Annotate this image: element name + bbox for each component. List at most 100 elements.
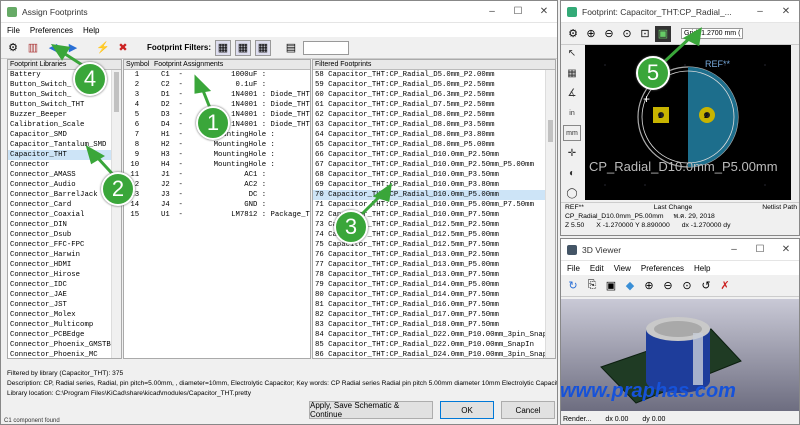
library-item[interactable]: Connector_Dsub (8, 230, 121, 240)
library-item[interactable]: Capacitor_THT (8, 150, 121, 160)
menu-help[interactable]: Help (83, 26, 99, 35)
footprint-item[interactable]: 79 Capacitor_THT:CP_Radial_D14.0mm_P5.00… (313, 280, 555, 290)
library-item[interactable]: Connector_PCBEdge (8, 330, 121, 340)
viewer-menu-edit[interactable]: Edit (590, 264, 604, 273)
footprint-canvas[interactable]: + 1 2 REF** CP_Radial_D10.0mm_P5.00mm (585, 45, 799, 200)
zoom-in-icon[interactable]: ⊕ (583, 26, 599, 42)
fp-close-button[interactable]: ✕ (773, 6, 799, 17)
viewer-menu-file[interactable]: File (567, 264, 580, 273)
filter-keywords-icon[interactable]: ▦ (215, 39, 231, 56)
assignment-row[interactable]: 12 J2 - AC2 : (124, 180, 310, 190)
fp-settings-icon[interactable]: ⚙ (565, 26, 581, 42)
footprint-item[interactable]: 64 Capacitor_THT:CP_Radial_D8.0mm_P3.80m… (313, 130, 555, 140)
close-button[interactable]: ✕ (531, 6, 557, 17)
library-item[interactable]: Button_Switch_ (8, 90, 121, 100)
viewer-zoom-fit-icon[interactable]: ⊙ (679, 278, 695, 294)
footprint-item[interactable]: 76 Capacitor_THT:CP_Radial_D13.0mm_P2.50… (313, 250, 555, 260)
arrow-right-icon[interactable]: ▶ (65, 40, 81, 56)
maximize-button[interactable]: ☐ (505, 6, 531, 17)
library-item[interactable]: Connector_Phoenix_MC (8, 350, 121, 358)
library-browser-icon[interactable]: ▥ (25, 40, 41, 56)
footprint-item[interactable]: 71 Capacitor_THT:CP_Radial_D10.0mm_P5.00… (313, 200, 555, 210)
polar-coord-icon[interactable]: ∡ (563, 85, 581, 101)
footprint-item[interactable]: 59 Capacitor_THT:CP_Radial_D5.0mm_P2.50m… (313, 80, 555, 90)
footprint-item[interactable]: 70 Capacitor_THT:CP_Radial_D10.0mm_P5.00… (313, 190, 555, 200)
assignment-row[interactable]: 15 U1 - LM7812 : Package_TO (124, 210, 310, 220)
minimize-button[interactable]: – (479, 6, 505, 17)
assignment-row[interactable]: 13 J3 - DC : (124, 190, 310, 200)
apply-save-button[interactable]: Apply, Save Schematic & Continue (309, 401, 433, 419)
units-mm-icon[interactable]: mm (563, 125, 581, 141)
ok-button[interactable]: OK (440, 401, 494, 419)
filter-pincount-icon[interactable]: ▦ (235, 39, 251, 56)
library-item[interactable]: Connector_Coaxial (8, 210, 121, 220)
footprint-item[interactable]: 63 Capacitor_THT:CP_Radial_D8.0mm_P3.50m… (313, 120, 555, 130)
library-item[interactable]: Connector_FFC-FPC (8, 240, 121, 250)
viewer-zoom-in-icon[interactable]: ⊕ (641, 278, 657, 294)
footprint-item[interactable]: 61 Capacitor_THT:CP_Radial_D7.5mm_P2.50m… (313, 100, 555, 110)
footprint-item[interactable]: 58 Capacitor_THT:CP_Radial_D5.0mm_P2.00m… (313, 70, 555, 80)
footprint-item[interactable]: 66 Capacitor_THT:CP_Radial_D10.0mm_P2.50… (313, 150, 555, 160)
viewer-maximize-button[interactable]: ☐ (747, 244, 773, 255)
assignment-row[interactable]: 10 H4 - MountingHole : (124, 160, 310, 170)
library-item[interactable]: Connector_DIN (8, 220, 121, 230)
cancel-button[interactable]: Cancel (501, 401, 555, 419)
assignment-row[interactable]: 8 H2 - MountingHole : (124, 140, 310, 150)
fp-minimize-button[interactable]: – (747, 6, 773, 17)
library-item[interactable]: Connector_IDC (8, 280, 121, 290)
library-item[interactable]: Connector_JST (8, 300, 121, 310)
footprint-item[interactable]: 67 Capacitor_THT:CP_Radial_D10.0mm_P2.50… (313, 160, 555, 170)
viewer-menu-help[interactable]: Help (694, 264, 710, 273)
filtered-scrollbar[interactable] (545, 70, 555, 358)
filter-text-input[interactable] (303, 40, 349, 55)
assignment-row[interactable]: 9 H3 - MountingHole : (124, 150, 310, 160)
library-item[interactable]: Capacitor_SMD (8, 130, 121, 140)
camera-icon[interactable]: ▣ (603, 278, 619, 294)
settings-gear-icon[interactable]: ⚙ (5, 40, 21, 56)
render-cube-icon[interactable]: ◆ (622, 278, 638, 294)
assignment-row[interactable]: 3 D1 - 1N4001 : Diode_THT (124, 90, 310, 100)
footprint-item[interactable]: 83 Capacitor_THT:CP_Radial_D18.0mm_P7.50… (313, 320, 555, 330)
assignment-row[interactable]: 11 J1 - AC1 : (124, 170, 310, 180)
flip-x-icon[interactable]: ✗ (717, 278, 733, 294)
library-item[interactable]: Buzzer_Beeper (8, 110, 121, 120)
footprint-item[interactable]: 65 Capacitor_THT:CP_Radial_D8.0mm_P5.00m… (313, 140, 555, 150)
footprint-item[interactable]: 84 Capacitor_THT:CP_Radial_D22.0mm_P10.0… (313, 330, 555, 340)
footprint-item[interactable]: 69 Capacitor_THT:CP_Radial_D10.0mm_P3.80… (313, 180, 555, 190)
footprint-item[interactable]: 80 Capacitor_THT:CP_Radial_D14.0mm_P7.50… (313, 290, 555, 300)
units-inch-icon[interactable]: in (563, 105, 581, 121)
menu-file[interactable]: File (7, 26, 20, 35)
viewer-close-button[interactable]: ✕ (773, 244, 799, 255)
zoom-fit-icon[interactable]: ⊙ (619, 26, 635, 42)
footprint-item[interactable]: 78 Capacitor_THT:CP_Radial_D13.0mm_P7.50… (313, 270, 555, 280)
library-item[interactable]: Connector_Card (8, 200, 121, 210)
library-item[interactable]: Connector_Molex (8, 310, 121, 320)
auto-assign-icon[interactable]: ⚡ (95, 40, 111, 56)
cursor-icon[interactable]: ✛ (563, 145, 581, 161)
copy-image-icon[interactable]: ⎘ (584, 278, 600, 294)
viewer-menu-view[interactable]: View (614, 264, 631, 273)
assignment-row[interactable]: 1 C1 - 1000uF : (124, 70, 310, 80)
footprint-item[interactable]: 85 Capacitor_THT:CP_Radial_D22.0mm_P10.0… (313, 340, 555, 350)
library-item[interactable]: Capacitor_Tantalum_SMD (8, 140, 121, 150)
filter-library-icon[interactable]: ▦ (255, 39, 271, 56)
menu-preferences[interactable]: Preferences (30, 26, 73, 35)
grid-toggle-icon[interactable]: ▦ (563, 65, 581, 81)
viewer-menu-preferences[interactable]: Preferences (641, 264, 684, 273)
arrow-left-icon[interactable]: ◀ (45, 40, 61, 56)
footprint-item[interactable]: 81 Capacitor_THT:CP_Radial_D16.0mm_P7.50… (313, 300, 555, 310)
zoom-out-icon[interactable]: ⊖ (601, 26, 617, 42)
viewer-minimize-button[interactable]: – (721, 244, 747, 255)
library-item[interactable]: Connector_HDMI (8, 260, 121, 270)
footprint-item[interactable]: 86 Capacitor_THT:CP_Radial_D24.0mm_P10.0… (313, 350, 555, 358)
view-3d-icon[interactable]: ▣ (655, 25, 671, 42)
library-item[interactable]: Connector_Multicomp (8, 320, 121, 330)
footprint-item[interactable]: 77 Capacitor_THT:CP_Radial_D13.0mm_P5.00… (313, 260, 555, 270)
library-item[interactable]: Connector_Hirose (8, 270, 121, 280)
footprint-item[interactable]: 68 Capacitor_THT:CP_Radial_D10.0mm_P3.50… (313, 170, 555, 180)
library-item[interactable]: Connector_JAE (8, 290, 121, 300)
select-arrow-icon[interactable]: ↖ (563, 45, 581, 61)
delete-assoc-icon[interactable]: ✖ (115, 40, 131, 56)
footprint-item[interactable]: 82 Capacitor_THT:CP_Radial_D17.0mm_P7.50… (313, 310, 555, 320)
rotate-icon[interactable]: ↺ (698, 278, 714, 294)
